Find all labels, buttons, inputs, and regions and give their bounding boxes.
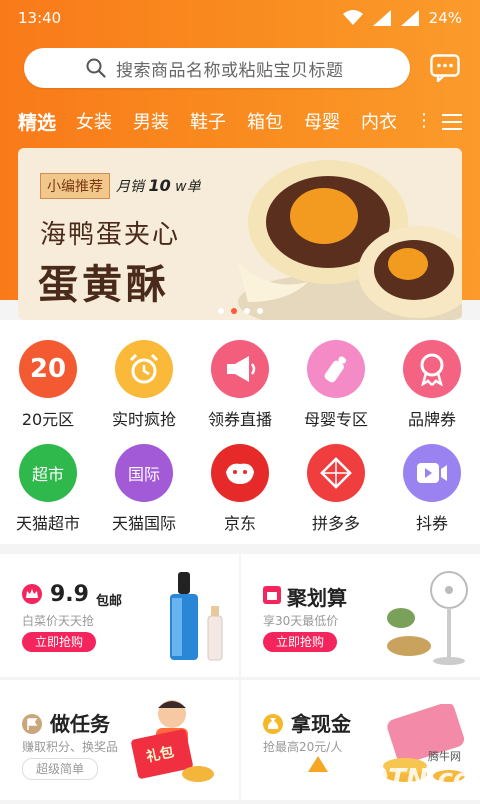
promo-subtitle: 赚取积分、换奖品 [22, 740, 119, 754]
promo-subtitle: 白菜价天天抢 [22, 614, 95, 628]
watermark-brand: QQTN.com [344, 764, 480, 794]
grid-item-label: 天猫超市 [15, 514, 80, 533]
banner-title-line1: 海鸭蛋夹心 [40, 220, 181, 250]
pager-dot [217, 308, 224, 314]
tmall-badge: 超市 [31, 465, 64, 484]
promo-title: 拿现金 [291, 712, 351, 736]
tab-xiezi[interactable]: 鞋子 [190, 108, 226, 134]
promo-banner[interactable]: 小编推荐 月销 10 w单 海鸭蛋夹心 蛋黄酥 [18, 148, 462, 320]
banner-sales-suffix: w单 [175, 179, 201, 195]
pager-dot [256, 308, 263, 314]
promo-card-99[interactable]: 9.9 包邮 白菜价天天抢 立即抢购 [0, 554, 239, 677]
grid-item-tmall-supermarket[interactable]: 超市 天猫超市 [0, 444, 96, 534]
signal-4g-icon [400, 10, 419, 26]
grid-item-label: 实时疯抢 [111, 410, 176, 429]
grid-item-label: 20元区 [21, 410, 75, 429]
tab-nanzhuang[interactable]: 男装 [133, 108, 169, 134]
grid-item-shishi[interactable]: 实时疯抢 [96, 340, 192, 430]
promo-card-juhuasuan[interactable]: 聚划算 享30天最低价 立即抢购 [241, 554, 480, 677]
tmall-cat-icon: 国际 [115, 444, 173, 502]
grid-item-label: 京东 [223, 514, 256, 533]
banner-sales: 月销 10 w单 [116, 176, 201, 196]
grid-item-label: 母婴专区 [303, 410, 368, 429]
banner-title-line2: 蛋黄酥 [38, 262, 170, 308]
grid-item-label: 品牌券 [407, 410, 456, 429]
flag-icon [22, 714, 42, 734]
tab-muying[interactable]: 母婴 [304, 108, 340, 134]
grid-item-label: 抖券 [415, 514, 448, 533]
grid-item-20yuan[interactable]: 20 20元区 [0, 340, 96, 430]
wifi-icon [342, 10, 363, 25]
promo-title-suffix: 包邮 [96, 594, 123, 609]
tab-neiyi[interactable]: 内衣 [361, 108, 397, 134]
grid-item-zhibo[interactable]: 领券直播 [192, 340, 288, 430]
tab-more-dots-icon: ⋮ [415, 110, 433, 131]
search-input[interactable]: 搜索商品名称或粘贴宝贝标题 [24, 48, 410, 88]
serum-bottle-image [170, 572, 223, 661]
search-placeholder: 搜索商品名称或粘贴宝贝标题 [116, 60, 344, 81]
message-icon[interactable] [430, 54, 460, 82]
pastry-image [238, 160, 462, 320]
battery-level: 24% [428, 9, 462, 27]
gift-pack-image [131, 700, 214, 782]
banner-sales-number: 10 [148, 176, 171, 195]
search-icon [86, 58, 106, 78]
category-tabs: 精选 女装 男装 鞋子 箱包 母婴 内衣 ⋮ [0, 104, 480, 138]
grid-item-douquan[interactable]: 抖券 [384, 444, 480, 534]
promo-task-button[interactable]: 超级简单 [22, 758, 98, 780]
promo-subtitle: 享30天最低价 [263, 614, 339, 628]
grid-item-pdd[interactable]: 拼多多 [288, 444, 384, 534]
jd-dog-icon [211, 444, 269, 502]
status-time: 13:40 [18, 9, 62, 27]
promo-card-task[interactable]: 做任务 赚取积分、换奖品 超级简单 礼包 [0, 680, 239, 800]
bag-icon [263, 586, 281, 604]
grid-item-jd[interactable]: 京东 [192, 444, 288, 534]
megaphone-icon [211, 340, 269, 398]
promo-title: 9.9 [50, 582, 89, 607]
products-image [387, 571, 468, 665]
video-play-icon [403, 444, 461, 502]
watermark-logo: QQTN.com 腾牛网 [290, 742, 480, 800]
tab-xiangbao[interactable]: 箱包 [247, 108, 283, 134]
promo-buy-button[interactable]: 立即抢购 [22, 632, 96, 652]
twenty-icon: 20 [19, 340, 77, 398]
money-bag-icon [263, 714, 283, 734]
grid-item-muying[interactable]: 母婴专区 [288, 340, 384, 430]
pager-dot [243, 308, 250, 314]
banner-pager [18, 308, 462, 314]
grid-item-pinpai[interactable]: 品牌券 [384, 340, 480, 430]
signal-icon [372, 10, 391, 26]
status-bar: 13:40 24% [0, 0, 480, 36]
grid-item-label: 天猫国际 [111, 514, 176, 533]
tab-jingxuan[interactable]: 精选 [18, 108, 56, 135]
crown-icon [22, 584, 42, 604]
baby-bottle-icon [307, 340, 365, 398]
pager-dot-active [230, 308, 237, 314]
banner-sales-prefix: 月销 [116, 179, 144, 195]
category-grid: 20 20元区 实时疯抢 领券直播 母婴专区 品牌券 超市 天猫超市 国际 天猫… [0, 320, 480, 544]
promo-title: 聚划算 [287, 586, 347, 610]
alarm-clock-icon [115, 340, 173, 398]
banner-tag: 小编推荐 月销 10 w单 [40, 173, 201, 199]
tmall-cat-icon: 超市 [19, 444, 77, 502]
promo-title: 做任务 [50, 712, 110, 736]
grid-item-tmall-global[interactable]: 国际 天猫国际 [96, 444, 192, 534]
pinduoduo-icon [307, 444, 365, 502]
grid-item-label: 拼多多 [311, 514, 360, 533]
watermark-label: 腾牛网 [428, 750, 461, 763]
promo-buy-button[interactable]: 立即抢购 [263, 632, 337, 652]
tmall-badge: 国际 [127, 465, 160, 484]
grid-item-label: 领券直播 [207, 410, 272, 429]
award-ribbon-icon [403, 340, 461, 398]
tab-nvzhuang[interactable]: 女装 [76, 108, 112, 134]
banner-tag-label: 小编推荐 [40, 173, 110, 199]
twenty-badge: 20 [29, 354, 67, 384]
menu-icon[interactable] [442, 114, 462, 135]
